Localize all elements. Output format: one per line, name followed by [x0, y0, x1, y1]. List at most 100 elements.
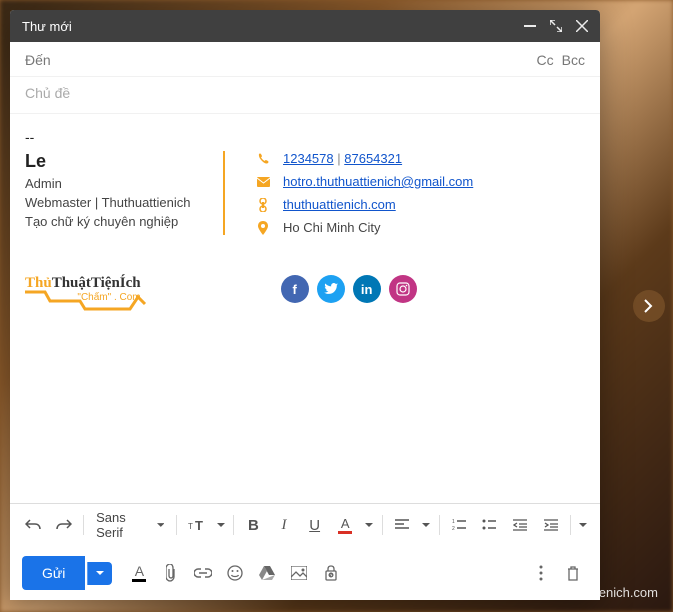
send-options-dropdown[interactable]	[87, 562, 112, 585]
linkedin-icon[interactable]: in	[353, 275, 381, 303]
align-button[interactable]	[389, 511, 416, 539]
signature-phone-2[interactable]: 87654321	[344, 151, 402, 166]
insert-emoji-button[interactable]	[220, 558, 250, 588]
toolbar-separator	[382, 515, 383, 535]
signature-role-1: Admin	[25, 176, 203, 191]
social-icons: f in	[281, 275, 417, 303]
carousel-next-button[interactable]	[633, 290, 665, 322]
action-bar: Gửi A	[10, 546, 600, 600]
signature-email-row: hotro.thuthuattienich@gmail.com	[255, 174, 473, 189]
recipients-input[interactable]	[59, 52, 537, 68]
insert-link-button[interactable]	[188, 558, 218, 588]
compose-body[interactable]: -- Le Admin Webmaster | Thuthuattienich …	[10, 114, 600, 503]
phone-icon	[255, 153, 271, 165]
compose-window: Thư mới Đến Cc Bcc -- Le Admin Webmaster…	[10, 10, 600, 600]
location-icon	[255, 221, 271, 235]
chevron-down-icon	[365, 523, 373, 528]
font-size-dropdown[interactable]	[214, 511, 227, 539]
indent-less-button[interactable]	[507, 511, 534, 539]
chevron-down-icon	[157, 523, 165, 528]
cc-button[interactable]: Cc	[537, 52, 554, 68]
text-color-indicator	[338, 531, 352, 534]
svg-text:2: 2	[452, 526, 455, 531]
brand-logo: ThủThuậtTiệnÍch "Chấm" . Com	[25, 275, 141, 303]
svg-text:1: 1	[452, 519, 455, 525]
toggle-confidential-button[interactable]	[316, 558, 346, 588]
more-options-button[interactable]	[526, 558, 556, 588]
instagram-icon[interactable]	[389, 275, 417, 303]
insert-drive-button[interactable]	[252, 558, 282, 588]
numbered-list-icon: 12	[452, 519, 466, 531]
toolbar-separator	[83, 515, 84, 535]
close-icon	[576, 20, 588, 32]
font-family-dropdown[interactable]: Sans Serif	[90, 510, 170, 540]
font-size-icon: TT	[188, 518, 206, 532]
close-button[interactable]	[576, 20, 588, 32]
signature-role-3: Tạo chữ ký chuyên nghiệp	[25, 214, 203, 229]
send-button[interactable]: Gửi	[22, 556, 85, 590]
signature-phone-1[interactable]: 1234578	[283, 151, 334, 166]
minimize-icon	[524, 25, 536, 27]
indent-less-icon	[513, 519, 527, 531]
toolbar-separator	[570, 515, 571, 535]
bold-button[interactable]: B	[240, 511, 267, 539]
window-controls	[524, 20, 588, 32]
formatting-toolbar: Sans Serif TT B I U A 12	[10, 503, 600, 546]
numbered-list-button[interactable]: 12	[446, 511, 473, 539]
indent-more-icon	[544, 519, 558, 531]
bullet-list-icon	[482, 519, 496, 531]
chevron-down-icon	[422, 523, 430, 528]
svg-text:T: T	[188, 522, 193, 531]
watermark-text: Thuthuattienich.com	[541, 585, 658, 600]
drive-icon	[259, 566, 275, 580]
font-family-label: Sans Serif	[96, 510, 153, 540]
text-color-button[interactable]: A	[332, 511, 359, 539]
logo-arrow-icon	[20, 289, 150, 314]
signature-website-row: thuthuattienich.com	[255, 197, 473, 212]
bullet-list-button[interactable]	[476, 511, 503, 539]
underline-button[interactable]: U	[301, 511, 328, 539]
minimize-button[interactable]	[524, 25, 536, 27]
undo-icon	[25, 519, 41, 531]
signature-left: Le Admin Webmaster | Thuthuattienich Tạo…	[25, 151, 225, 235]
discard-button[interactable]	[558, 558, 588, 588]
link-icon	[194, 568, 212, 578]
signature-separator: --	[25, 129, 585, 145]
more-vertical-icon	[539, 565, 543, 581]
toolbar-separator	[439, 515, 440, 535]
undo-button[interactable]	[20, 511, 47, 539]
signature-name: Le	[25, 151, 203, 172]
signature-location: Ho Chi Minh City	[283, 220, 381, 235]
facebook-icon[interactable]: f	[281, 275, 309, 303]
signature-email[interactable]: hotro.thuthuattienich@gmail.com	[283, 174, 473, 189]
recipients-label: Đến	[25, 52, 51, 68]
indent-more-button[interactable]	[537, 511, 564, 539]
trash-icon	[567, 566, 579, 581]
chevron-down-icon	[579, 523, 587, 528]
compose-header: Thư mới	[10, 10, 600, 42]
twitter-icon[interactable]	[317, 275, 345, 303]
italic-button[interactable]: I	[271, 511, 298, 539]
attach-file-button[interactable]	[156, 558, 186, 588]
align-dropdown[interactable]	[419, 511, 432, 539]
text-color-dropdown[interactable]	[363, 511, 376, 539]
chevron-down-icon	[96, 571, 104, 576]
font-size-button[interactable]: TT	[183, 511, 210, 539]
text-format-button[interactable]: A	[124, 558, 154, 588]
signature-website[interactable]: thuthuattienich.com	[283, 197, 396, 212]
subject-input[interactable]	[25, 85, 585, 101]
redo-button[interactable]	[51, 511, 78, 539]
recipients-row: Đến Cc Bcc	[10, 42, 600, 77]
signature-location-row: Ho Chi Minh City	[255, 220, 473, 235]
subject-row	[10, 77, 600, 114]
more-formatting-dropdown[interactable]	[577, 511, 590, 539]
email-icon	[255, 177, 271, 187]
logo-social-row: ThủThuậtTiệnÍch "Chấm" . Com f in	[25, 275, 585, 303]
signature-role-2: Webmaster | Thuthuattienich	[25, 195, 203, 210]
smiley-icon	[227, 565, 243, 581]
insert-image-button[interactable]	[284, 558, 314, 588]
expand-button[interactable]	[550, 20, 562, 32]
bcc-button[interactable]: Bcc	[562, 52, 585, 68]
email-signature: Le Admin Webmaster | Thuthuattienich Tạo…	[25, 151, 585, 235]
format-underline	[132, 579, 146, 582]
